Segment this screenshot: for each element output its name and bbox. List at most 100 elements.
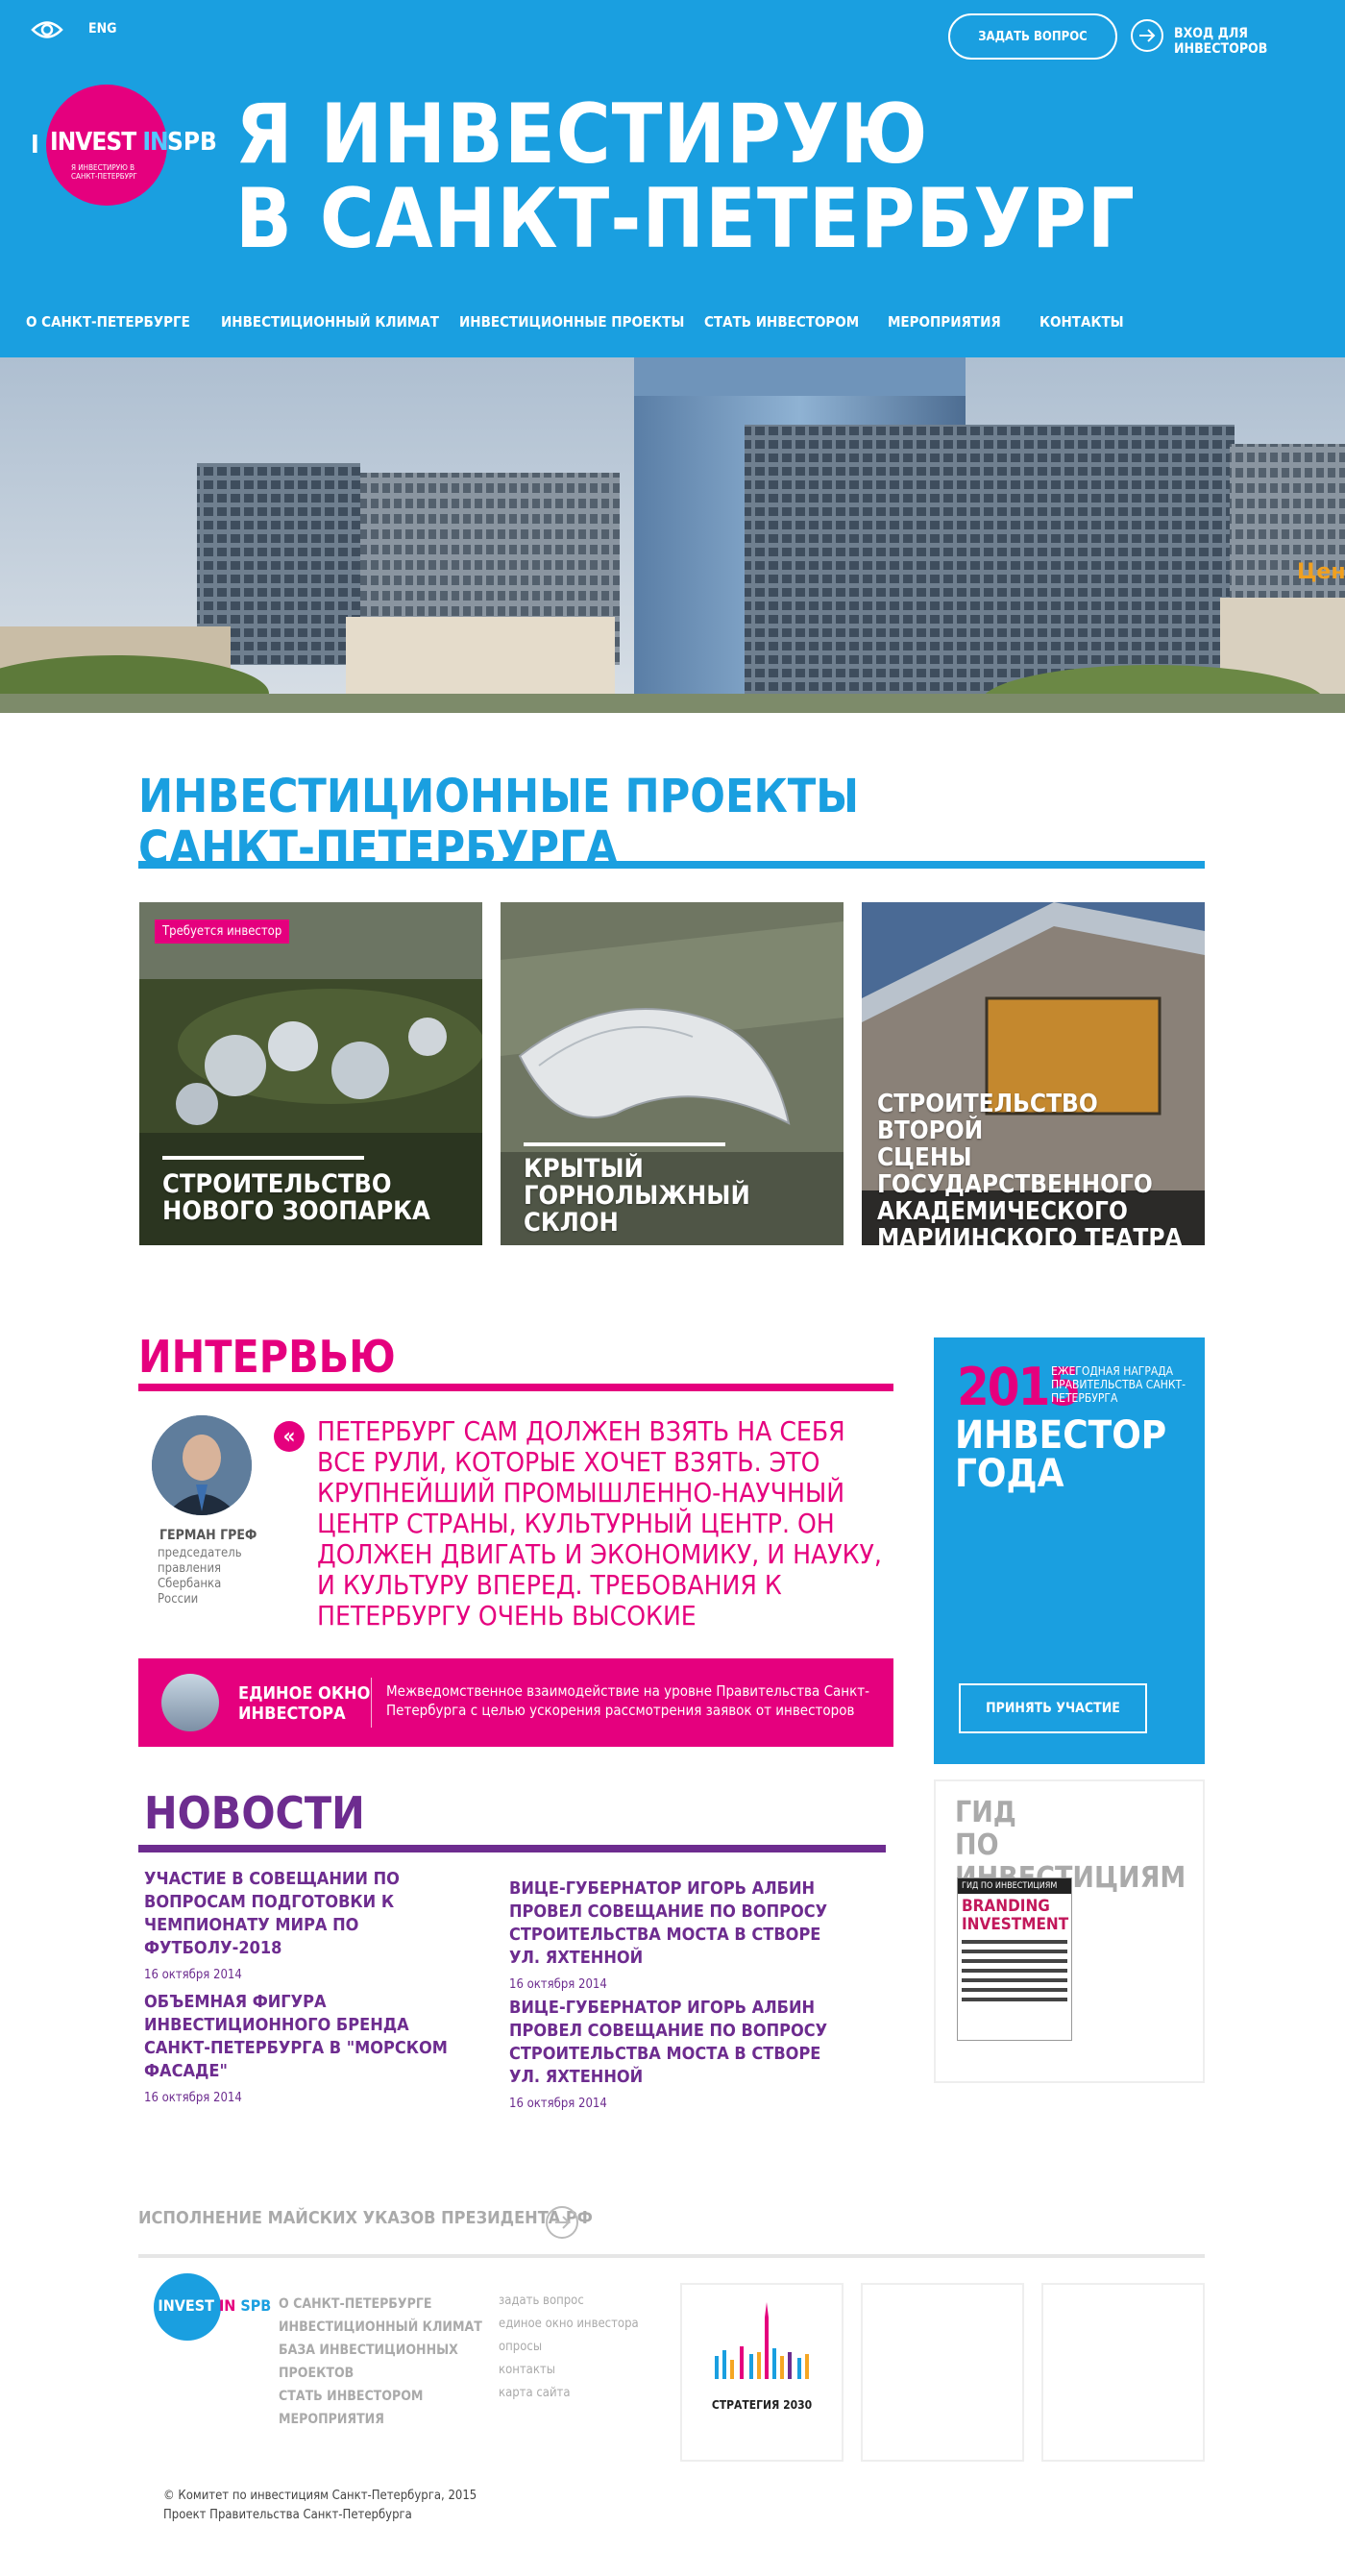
footer-link-contacts[interactable]: контакты — [499, 2363, 555, 2377]
news-item[interactable]: ОБЪЕМНАЯ ФИГУРА ИНВЕСТИЦИОННОГО БРЕНДА С… — [144, 1991, 471, 2105]
card-title-line: СТРОИТЕЛЬСТВО — [162, 1169, 392, 1199]
strategy-skyline-image — [715, 2302, 809, 2379]
guide-cover-top: ГИД ПО ИНВЕСТИЦИЯМ — [958, 1878, 1071, 1894]
president-decrees-link[interactable]: ИСПОЛНЕНИЕ МАЙСКИХ УКАЗОВ ПРЕЗИДЕНТА РФ — [138, 2208, 593, 2228]
news-headline[interactable]: ОБЪЕМНАЯ ФИГУРА ИНВЕСТИЦИОННОГО БРЕНДА С… — [144, 1991, 471, 2083]
copyright-line: Проект Правительства Санкт-Петербурга — [163, 2508, 412, 2522]
projects-section-title: ИНВЕСТИЦИОННЫЕ ПРОЕКТЫ САНКТ-ПЕТЕРБУРГА — [138, 771, 859, 874]
guide-cover-heading: BRANDING INVESTMENT — [958, 1894, 1071, 1934]
investor-of-year-panel: 2015 ЕЖЕГОДНАЯ НАГРАДА ПРАВИТЕЛЬСТВА САН… — [934, 1337, 1205, 1764]
award-title-line: ИНВЕСТОР — [955, 1413, 1167, 1458]
footer-link-ask[interactable]: задать вопрос — [499, 2294, 584, 2308]
footer-divider — [138, 2254, 1205, 2258]
project-card-ski-slope[interactable]: КРЫТЫЙ ГОРНОЛЫЖНЫЙ СКЛОН — [501, 902, 844, 1245]
site-header: ENG ЗАДАТЬ ВОПРОС ВХОД ДЛЯ ИНВЕСТОРОВ I … — [0, 0, 1345, 357]
nav-item-climate[interactable]: ИНВЕСТИЦИОННЫЙ КЛИМАТ — [221, 313, 439, 331]
person-role: председатель правления Сбербанка России — [158, 1546, 242, 1607]
guide-title-line: ГИД — [955, 1796, 1016, 1829]
nav-item-contacts[interactable]: КОНТАКТЫ — [1039, 313, 1124, 331]
section-divider — [138, 1845, 886, 1852]
section-divider — [138, 861, 1205, 869]
news-date: 16 октября 2014 — [144, 2091, 242, 2105]
logo-in: IN — [142, 128, 168, 157]
nav-item-projects[interactable]: ИНВЕСТИЦИОННЫЕ ПРОЕКТЫ — [459, 313, 684, 331]
banner-sign-text: Цент — [1297, 560, 1345, 584]
card-rule — [524, 1142, 725, 1146]
footer-banner-slot[interactable] — [1041, 2283, 1205, 2462]
card-title-line: ГОСУДАРСТВЕННОГО — [877, 1170, 1153, 1199]
award-title-line: ГОДА — [955, 1452, 1064, 1496]
investor-needed-badge: Требуется инвестор — [155, 920, 290, 944]
quote-icon: « — [274, 1421, 305, 1452]
news-item[interactable]: УЧАСТИЕ В СОВЕЩАНИИ ПО ВОПРОСАМ ПОДГОТОВ… — [144, 1868, 471, 1982]
participate-button[interactable]: ПРИНЯТЬ УЧАСТИЕ — [959, 1683, 1147, 1733]
single-window-title: ЕДИНОЕ ОКНО ИНВЕСТОРА — [238, 1683, 370, 1724]
hero-title-line2: В САНКТ-ПЕТЕРБУРГ — [235, 171, 1137, 267]
news-item[interactable]: ВИЦЕ-ГУБЕРНАТОР ИГОРЬ АЛБИН ПРОВЕЛ СОВЕЩ… — [509, 1997, 836, 2111]
ask-question-button[interactable]: ЗАДАТЬ ВОПРОС — [948, 13, 1117, 60]
card-title: КРЫТЫЙ ГОРНОЛЫЖНЫЙ СКЛОН — [524, 1156, 750, 1237]
footer-link-polls[interactable]: опросы — [499, 2340, 542, 2354]
card-title-line: НОВОГО ЗООПАРКА — [162, 1196, 430, 1226]
footer-logo-spb: SPB — [240, 2296, 272, 2315]
project-card-zoo[interactable]: Требуется инвестор СТРОИТЕЛЬСТВО НОВОГО … — [139, 902, 482, 1245]
news-headline[interactable]: ВИЦЕ-ГУБЕРНАТОР ИГОРЬ АЛБИН ПРОВЕЛ СОВЕЩ… — [509, 1877, 836, 1970]
footer-nav-events[interactable]: МЕРОПРИЯТИЯ — [279, 2408, 384, 2431]
section-divider — [138, 1384, 893, 1391]
award-description: ЕЖЕГОДНАЯ НАГРАДА ПРАВИТЕЛЬСТВА САНКТ-ПЕ… — [1051, 1364, 1186, 1405]
strategy-2030-label: СТРАТЕГИЯ 2030 — [711, 2398, 813, 2412]
news-date: 16 октября 2014 — [144, 1968, 242, 1982]
single-window-title-line: ЕДИНОЕ ОКНО — [238, 1683, 371, 1704]
footer-link-sitemap[interactable]: карта сайта — [499, 2386, 571, 2400]
guide-cover-image[interactable]: ГИД ПО ИНВЕСТИЦИЯМ BRANDING INVESTMENT — [957, 1877, 1072, 2041]
footer-logo-invest: INVEST — [158, 2296, 214, 2315]
copyright: © Комитет по инвестициям Санкт-Петербург… — [163, 2487, 477, 2525]
projects-title-line1: ИНВЕСТИЦИОННЫЕ ПРОЕКТЫ — [138, 770, 859, 823]
nav-item-events[interactable]: МЕРОПРИЯТИЯ — [888, 313, 1001, 331]
card-title-line: КРЫТЫЙ — [524, 1154, 644, 1184]
arrow-right-icon[interactable] — [546, 2206, 578, 2239]
nav-item-about[interactable]: О САНКТ-ПЕТЕРБУРГЕ — [26, 313, 190, 331]
logo-text[interactable]: INVEST IN — [50, 128, 169, 157]
news-item[interactable]: ВИЦЕ-ГУБЕРНАТОР ИГОРЬ АЛБИН ПРОВЕЛ СОВЕЩ… — [509, 1877, 836, 1992]
investor-login-link[interactable]: ВХОД ДЛЯ ИНВЕСТОРОВ — [1174, 26, 1345, 57]
single-window-image — [161, 1674, 219, 1731]
guide-cover-lines — [962, 1940, 1067, 2007]
footer-logo-in: IN — [218, 2296, 236, 2315]
project-card-mariinsky[interactable]: СТРОИТЕЛЬСТВО ВТОРОЙ СЦЕНЫ ГОСУДАРСТВЕНН… — [862, 902, 1205, 1245]
person-name: ГЕРМАН ГРЕФ — [159, 1528, 257, 1543]
news-section-title: НОВОСТИ — [144, 1787, 365, 1839]
card-title-line: МАРИИНСКОГО ТЕАТРА — [877, 1224, 1183, 1245]
card-title-line: СКЛОН — [524, 1208, 619, 1238]
strategy-2030-box[interactable]: СТРАТЕГИЯ 2030 — [680, 2283, 844, 2462]
logo-subtitle: Я ИНВЕСТИРУЮ В САНКТ-ПЕТЕРБУРГ — [71, 163, 137, 181]
login-arrow-icon[interactable] — [1131, 19, 1163, 52]
language-switch[interactable]: ENG — [88, 21, 116, 37]
news-headline[interactable]: УЧАСТИЕ В СОВЕЩАНИИ ПО ВОПРОСАМ ПОДГОТОВ… — [144, 1868, 471, 1960]
footer-nav-climate[interactable]: ИНВЕСТИЦИОННЫЙ КЛИМАТ — [279, 2316, 482, 2339]
award-title: ИНВЕСТОР ГОДА — [955, 1416, 1166, 1493]
single-window-description: Межведомственное взаимодействие на уровн… — [386, 1682, 869, 1719]
footer-nav-about[interactable]: О САНКТ-ПЕТЕРБУРГЕ — [279, 2293, 431, 2316]
eye-icon[interactable] — [31, 17, 63, 42]
footer-nav-become-investor[interactable]: СТАТЬ ИНВЕСТОРОМ — [279, 2385, 423, 2408]
footer-banner-slot[interactable] — [861, 2283, 1024, 2462]
main-nav: О САНКТ-ПЕТЕРБУРГЕ ИНВЕСТИЦИОННЫЙ КЛИМАТ… — [0, 313, 1345, 346]
single-window-banner[interactable]: ЕДИНОЕ ОКНО ИНВЕСТОРА Межведомственное в… — [138, 1658, 893, 1747]
hero-title: Я ИНВЕСТИРУЮ В САНКТ-ПЕТЕРБУРГ — [235, 92, 1136, 261]
news-headline[interactable]: ВИЦЕ-ГУБЕРНАТОР ИГОРЬ АЛБИН ПРОВЕЛ СОВЕЩ… — [509, 1997, 836, 2089]
card-title-line: СТРОИТЕЛЬСТВО ВТОРОЙ — [877, 1090, 1098, 1145]
guide-cover-line: BRANDING — [962, 1897, 1050, 1916]
footer-nav-projects[interactable]: ПРОЕКТОВ — [279, 2362, 354, 2385]
footer-logo[interactable]: I INVEST IN SPB — [148, 2271, 271, 2348]
footer-nav-projects-base[interactable]: БАЗА ИНВЕСТИЦИОННЫХ — [279, 2339, 458, 2362]
card-title-line: ГОРНОЛЫЖНЫЙ — [524, 1181, 750, 1211]
card-title-line: СЦЕНЫ — [877, 1143, 972, 1172]
card-title: СТРОИТЕЛЬСТВО ВТОРОЙ СЦЕНЫ ГОСУДАРСТВЕНН… — [877, 1091, 1205, 1245]
interview-quote[interactable]: ПЕТЕРБУРГ САМ ДОЛЖЕН ВЗЯТЬ НА СЕБЯ ВСЕ Р… — [317, 1416, 884, 1631]
nav-item-become-investor[interactable]: СТАТЬ ИНВЕСТОРОМ — [704, 313, 859, 331]
avatar[interactable] — [152, 1415, 252, 1515]
hero-title-line1: Я ИНВЕСТИРУЮ — [235, 86, 929, 183]
investment-guide-panel[interactable]: ГИД ПО ИНВЕСТИЦИЯМ ГИД ПО ИНВЕСТИЦИЯМ BR… — [934, 1779, 1205, 2083]
footer-link-single-window[interactable]: единое окно инвестора — [499, 2317, 639, 2331]
